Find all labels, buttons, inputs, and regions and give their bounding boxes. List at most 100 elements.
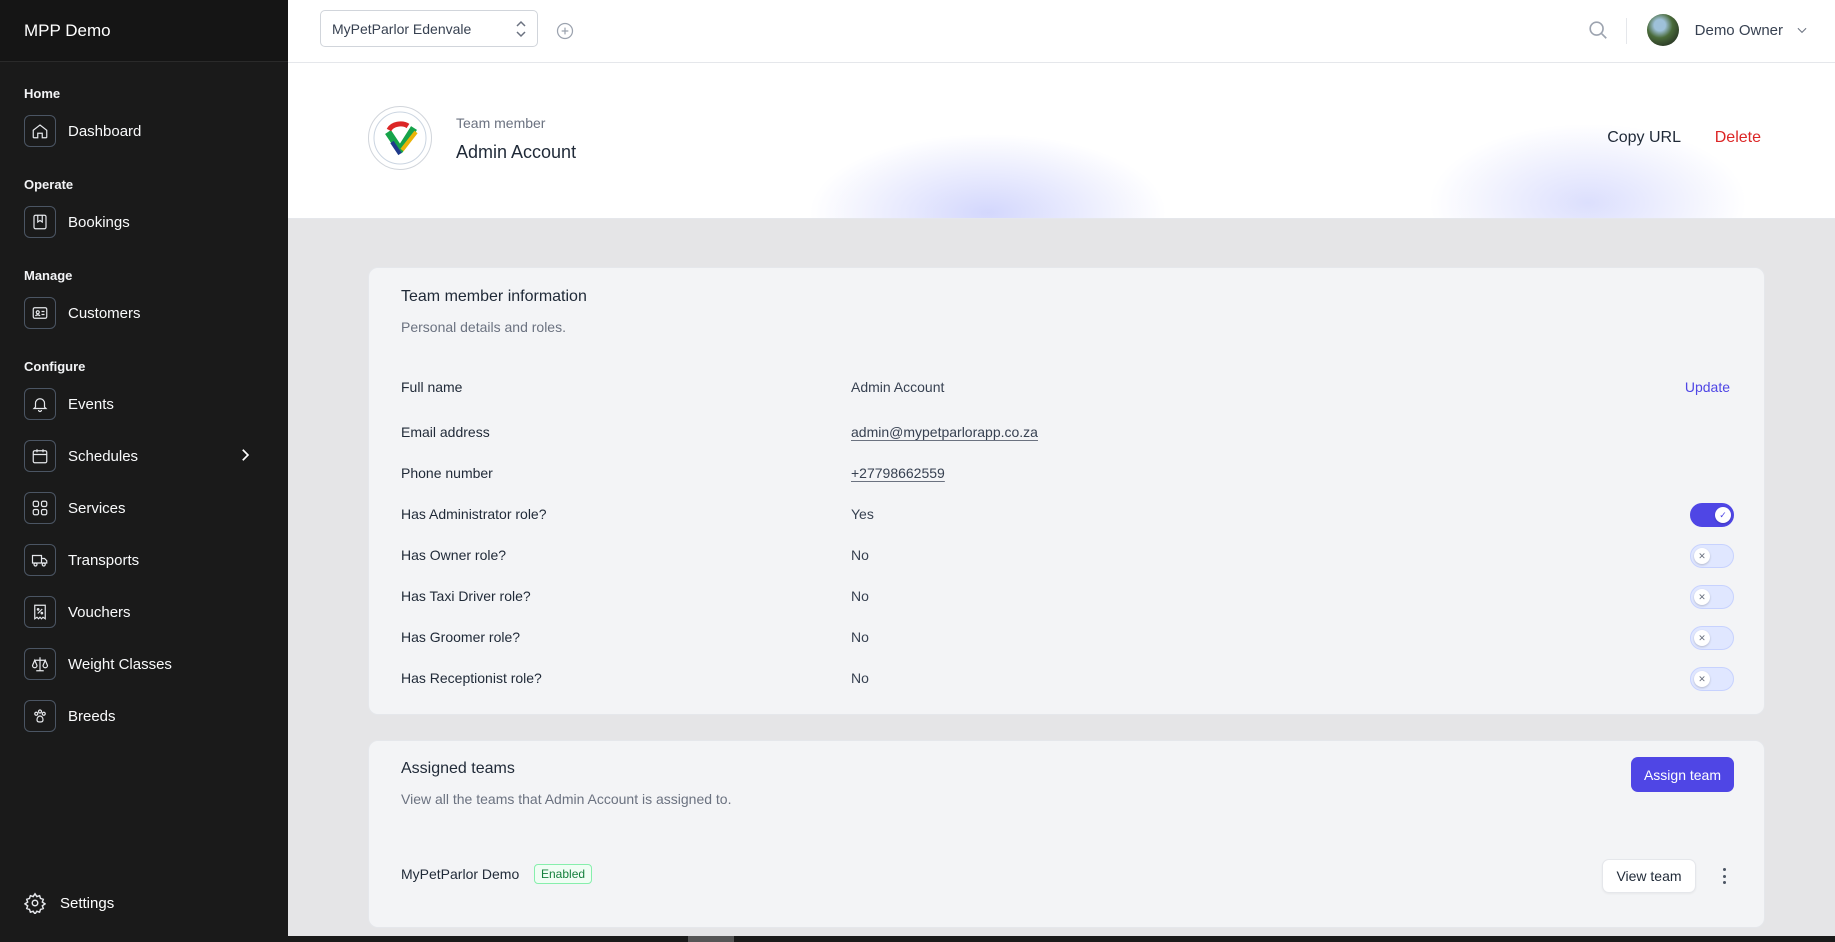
card-title: Assigned teams [401,760,515,777]
settings-label: Settings [60,894,115,912]
row-value: Yes [851,506,874,522]
sidebar-item-label: Schedules [68,447,139,465]
scrollbar-thumb[interactable] [688,936,734,942]
taxi-driver-role-toggle[interactable]: ✕ [1690,585,1734,609]
chevron-right-icon[interactable] [236,446,254,468]
x-icon: ✕ [1694,589,1710,605]
nav-section-operate: Operate [24,177,74,192]
sidebar-item-schedules[interactable]: Schedules [0,434,288,478]
x-icon: ✕ [1694,671,1710,687]
truck-icon [24,544,56,576]
sidebar-item-settings[interactable]: Settings [24,892,114,914]
sidebar-item-label: Bookings [68,213,130,231]
chevron-down-icon [1797,27,1807,34]
check-icon: ✓ [1715,507,1731,523]
phone-link[interactable]: +27798662559 [851,465,945,481]
more-options-icon[interactable] [1720,866,1728,886]
team-name: MyPetParlor Demo [401,866,520,882]
administrator-role-toggle[interactable]: ✓ [1690,503,1734,527]
topbar: MyPetParlor Edenvale Demo Owner [288,0,1835,63]
sidebar-item-breeds[interactable]: Breeds [0,694,288,738]
update-button[interactable]: Update [1685,379,1730,395]
grid-icon [24,492,56,524]
profile-logo [368,106,432,170]
location-select-value: MyPetParlor Edenvale [332,20,472,37]
horizontal-scrollbar[interactable] [288,936,1835,942]
gear-icon [24,892,46,914]
info-row-administrator-role: Has Administrator role? Yes ✓ [401,501,1734,527]
proudly-sa-logo-icon [373,111,427,165]
info-row-taxi-driver-role: Has Taxi Driver role? No ✕ [401,583,1734,609]
copy-url-button[interactable]: Copy URL [1607,129,1681,147]
row-value: No [851,588,869,604]
info-row-groomer-role: Has Groomer role? No ✕ [401,624,1734,650]
app-title: MPP Demo [0,0,288,62]
bookmark-icon [24,206,56,238]
row-label: Has Receptionist role? [401,670,542,686]
topbar-divider [1626,18,1627,44]
decorative-blob [808,133,1168,218]
info-row-owner-role: Has Owner role? No ✕ [401,542,1734,568]
row-label: Full name [401,379,463,395]
page-subtitle: Team member [456,115,546,131]
sidebar: MPP Demo Home Dashboard Operate Bookings… [0,0,288,942]
sidebar-item-weight-classes[interactable]: Weight Classes [0,642,288,686]
x-icon: ✕ [1694,548,1710,564]
info-row-email: Email address admin@mypetparlorapp.co.za [401,419,1734,445]
row-label: Email address [401,424,490,440]
info-row-phone: Phone number +27798662559 [401,460,1734,486]
assign-team-button[interactable]: Assign team [1631,757,1734,792]
sidebar-item-bookings[interactable]: Bookings [0,200,288,244]
sidebar-item-label: Dashboard [68,122,142,140]
sidebar-item-label: Customers [68,304,141,322]
sidebar-item-services[interactable]: Services [0,486,288,530]
sidebar-item-transports[interactable]: Transports [0,538,288,582]
groomer-role-toggle[interactable]: ✕ [1690,626,1734,650]
avatar [1646,14,1679,46]
view-team-button[interactable]: View team [1602,859,1696,893]
row-label: Phone number [401,465,493,481]
add-location-icon[interactable] [555,21,575,41]
row-value: No [851,547,869,563]
sidebar-item-events[interactable]: Events [0,382,288,426]
nav-section-configure: Configure [24,359,86,374]
x-icon: ✕ [1694,630,1710,646]
team-member-info-card: Team member information Personal details… [368,267,1765,715]
calendar-icon [24,440,56,472]
owner-role-toggle[interactable]: ✕ [1690,544,1734,568]
location-select[interactable]: MyPetParlor Edenvale [320,10,538,47]
info-row-receptionist-role: Has Receptionist role? No ✕ [401,665,1734,691]
sidebar-item-customers[interactable]: Customers [0,291,288,335]
row-value: Admin Account [851,379,945,395]
row-value: No [851,629,869,645]
email-link[interactable]: admin@mypetparlorapp.co.za [851,424,1038,440]
page-title: Admin Account [456,142,577,162]
info-row-full-name: Full name Admin Account Update [401,374,1734,400]
search-icon[interactable] [1587,19,1611,43]
status-badge: Enabled [534,864,593,884]
page-header: Team member Admin Account Copy URL Delet… [288,63,1835,219]
user-name: Demo Owner [1694,21,1783,39]
bell-icon [24,388,56,420]
sidebar-item-label: Transports [68,551,140,569]
user-menu[interactable]: Demo Owner [1646,14,1809,46]
sidebar-item-label: Breeds [68,707,116,725]
scale-icon [24,648,56,680]
id-card-icon [24,297,56,329]
row-label: Has Taxi Driver role? [401,588,531,604]
card-description: View all the teams that Admin Account is… [401,791,732,807]
row-label: Has Groomer role? [401,629,521,645]
assigned-teams-card: Assigned teams View all the teams that A… [368,740,1765,928]
row-value: No [851,670,869,686]
sidebar-item-label: Events [68,395,114,413]
sidebar-item-vouchers[interactable]: Vouchers [0,590,288,634]
paw-icon [24,700,56,732]
sidebar-item-dashboard[interactable]: Dashboard [0,109,288,153]
row-label: Has Owner role? [401,547,507,563]
voucher-icon [24,596,56,628]
delete-button[interactable]: Delete [1715,129,1761,147]
nav-section-manage: Manage [24,268,73,283]
nav-section-home: Home [24,86,61,101]
receptionist-role-toggle[interactable]: ✕ [1690,667,1734,691]
sidebar-item-label: Services [68,499,126,517]
